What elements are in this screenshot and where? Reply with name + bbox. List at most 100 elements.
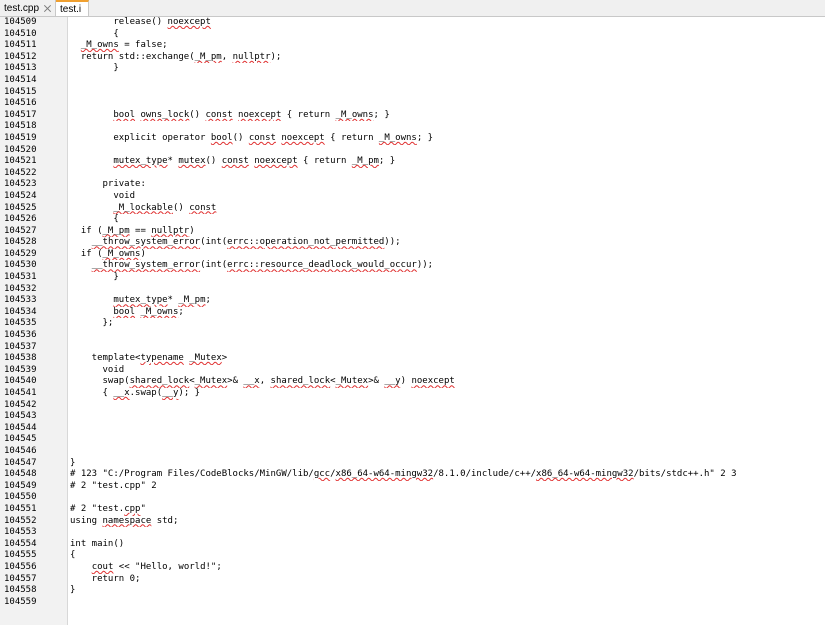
code-line[interactable]: void	[70, 191, 825, 203]
code-token-flagged: _Mutex	[194, 376, 228, 387]
code-line[interactable]: private:	[70, 179, 825, 191]
code-line[interactable]: mutex_type* mutex() const noexcept { ret…	[70, 156, 825, 168]
tab-test-i[interactable]: test.i	[56, 0, 90, 16]
code-line[interactable]	[70, 527, 825, 539]
code-line[interactable]	[70, 330, 825, 342]
code-line[interactable]: swap(shared_lock<_Mutex>& __x, shared_lo…	[70, 376, 825, 388]
code-token: ==	[129, 225, 152, 236]
code-line[interactable]: }	[70, 63, 825, 75]
line-number: 104529	[4, 248, 37, 259]
code-line[interactable]	[70, 121, 825, 133]
code-line[interactable]	[70, 400, 825, 412]
code-text-area[interactable]: release() noexcept { _M_owns = false; re…	[68, 17, 825, 625]
code-token: >&	[227, 376, 244, 387]
code-token-flagged: const	[248, 132, 276, 143]
code-line[interactable]: # 123 "C:/Program Files/CodeBlocks/MinGW…	[70, 469, 825, 481]
code-line[interactable]: cout << "Hello, world!";	[70, 562, 825, 574]
code-token: { return	[324, 132, 379, 143]
code-line[interactable]	[70, 98, 825, 110]
code-token-flagged: __x	[113, 388, 130, 398]
code-line[interactable]: { __x.swap(__y); }	[70, 388, 825, 400]
line-number: 104540	[4, 376, 37, 387]
tab-test-cpp[interactable]: test.cpp	[0, 0, 57, 16]
code-line[interactable]: {	[70, 550, 825, 562]
code-line[interactable]: template<typename _Mutex>	[70, 353, 825, 365]
code-token: /8.1.0/include/c++/	[433, 469, 537, 480]
code-token: ;	[205, 295, 211, 306]
line-number: 104554	[4, 538, 37, 549]
line-number: 104528	[4, 237, 37, 248]
code-line[interactable]: };	[70, 318, 825, 330]
code-line[interactable]: {	[70, 214, 825, 226]
code-editor[interactable]: 104509 104510 104511 104512 104513 104514 1045…	[0, 17, 825, 625]
code-line[interactable]: __throw_system_error(int(errc::operation…	[70, 237, 825, 249]
code-token-flagged: shared_lock	[129, 376, 190, 387]
line-number: 104541	[4, 388, 37, 398]
code-line[interactable]: using namespace std;	[70, 516, 825, 528]
code-line[interactable]: explicit operator bool() const noexcept …	[70, 133, 825, 145]
line-number: 104517	[4, 109, 37, 120]
code-line[interactable]	[70, 284, 825, 296]
line-number: 104551	[4, 503, 37, 514]
line-number: 104539	[4, 364, 37, 375]
code-token-flagged: owns_lock	[140, 109, 190, 120]
code-token-flagged: _M_pm	[178, 295, 206, 306]
code-line[interactable]: release() noexcept	[70, 17, 825, 29]
line-number: 104530	[4, 260, 37, 271]
code-token: }	[70, 63, 119, 74]
code-line[interactable]: }	[70, 585, 825, 597]
code-token-flagged: _M_pm	[102, 225, 130, 236]
code-line[interactable]	[70, 597, 825, 609]
line-number: 104515	[4, 86, 37, 97]
line-number: 104526	[4, 214, 37, 225]
code-token-flagged: __throw_system_error	[91, 260, 201, 271]
code-line[interactable]: mutex_type* _M_pm;	[70, 295, 825, 307]
line-number: 104543	[4, 411, 37, 422]
code-line[interactable]: return 0;	[70, 574, 825, 586]
code-line[interactable]	[70, 87, 825, 99]
code-line[interactable]	[70, 423, 825, 435]
code-line[interactable]: if (_M_owns)	[70, 249, 825, 261]
code-line[interactable]: _M_lockable() const	[70, 203, 825, 215]
code-line[interactable]: bool _M_owns;	[70, 307, 825, 319]
code-line[interactable]: # 2 "test.cpp"	[70, 504, 825, 516]
code-token-flagged: __y	[384, 376, 401, 387]
line-number: 104533	[4, 295, 37, 306]
code-token: {	[70, 550, 76, 561]
code-token-flagged: _Mutex	[335, 376, 369, 387]
code-line[interactable]	[70, 342, 825, 354]
code-line[interactable]	[70, 446, 825, 458]
line-number: 104525	[4, 202, 37, 213]
code-line[interactable]	[70, 411, 825, 423]
code-line[interactable]: }	[70, 458, 825, 470]
code-token: *	[167, 156, 179, 167]
code-line[interactable]: # 2 "test.cpp" 2	[70, 481, 825, 493]
code-token-flagged: _M_owns	[140, 306, 179, 317]
code-token-flagged: nullptr	[151, 225, 190, 236]
code-token: ()	[205, 156, 222, 167]
code-line[interactable]	[70, 434, 825, 446]
line-number: 104535	[4, 318, 37, 329]
code-line[interactable]: return std::exchange(_M_pm, nullptr);	[70, 52, 825, 64]
code-token: ; }	[416, 132, 434, 143]
code-line[interactable]: _M_owns = false;	[70, 40, 825, 52]
line-number-gutter: 104509 104510 104511 104512 104513 104514 1045…	[0, 17, 68, 625]
code-line[interactable]: void	[70, 365, 825, 377]
code-line[interactable]: if (_M_pm == nullptr)	[70, 226, 825, 238]
code-token-flagged: _M_lockable	[113, 202, 173, 213]
code-line[interactable]: __throw_system_error(int(errc::resource_…	[70, 260, 825, 272]
code-line[interactable]	[70, 145, 825, 157]
code-line[interactable]	[70, 168, 825, 180]
code-line[interactable]: int main()	[70, 539, 825, 551]
code-line[interactable]: }	[70, 272, 825, 284]
code-token-flagged: bool	[113, 306, 136, 317]
line-number: 104532	[4, 283, 37, 294]
code-token: ,	[259, 376, 271, 387]
code-line[interactable]: {	[70, 29, 825, 41]
code-line[interactable]	[70, 75, 825, 87]
code-line[interactable]	[70, 492, 825, 504]
code-line[interactable]: bool owns_lock() const noexcept { return…	[70, 110, 825, 122]
close-icon[interactable]	[43, 4, 52, 13]
